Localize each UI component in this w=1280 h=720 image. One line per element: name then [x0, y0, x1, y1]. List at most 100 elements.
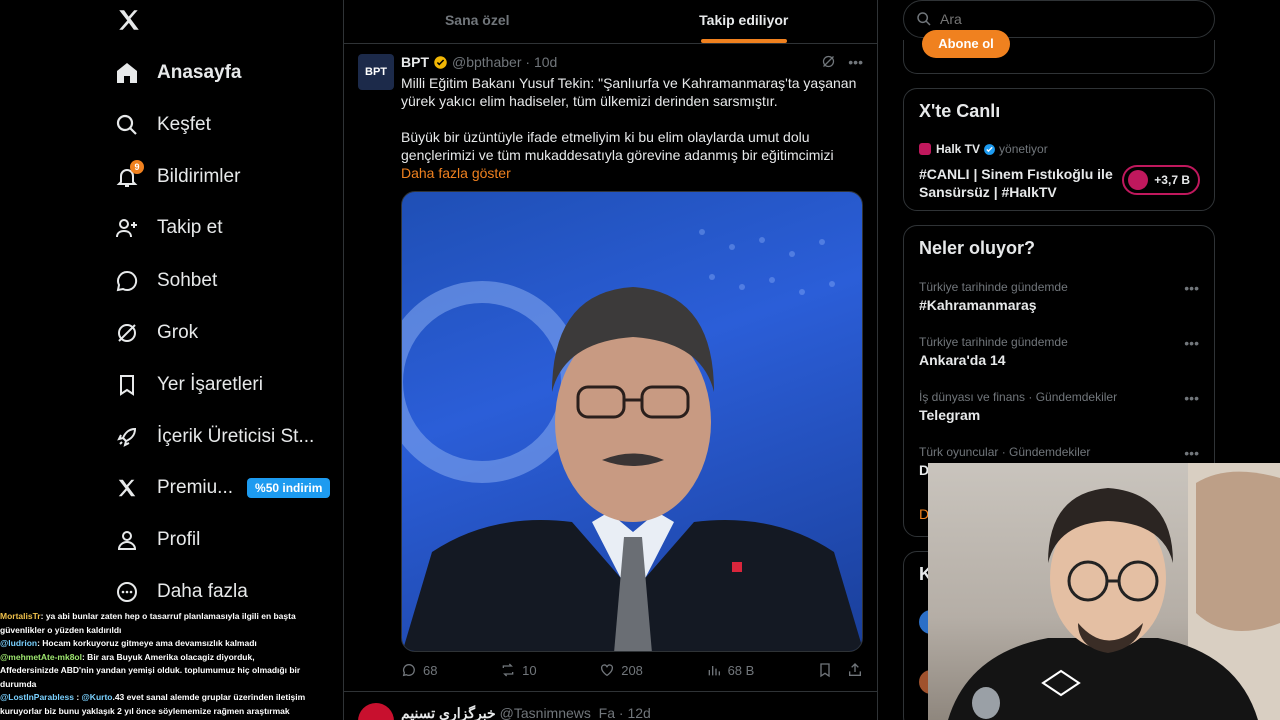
add-user-icon: [114, 215, 140, 241]
nav-more[interactable]: Daha fazla: [114, 572, 248, 612]
trend-title: Telegram: [919, 407, 981, 423]
trend-meta: Türk oyuncular · Gündemdekiler: [919, 445, 1091, 459]
live-listeners-pill[interactable]: +3,7 B: [1122, 165, 1200, 195]
author-handle[interactable]: @Tasnimnews_Fa: [500, 705, 615, 720]
listener-count: +3,7 B: [1154, 173, 1190, 187]
chat-user: MortalisTr: [0, 611, 41, 621]
more-options-icon[interactable]: •••: [1184, 280, 1199, 296]
chat-message: MortalisTr: ya abi bunlar zaten hep o ta…: [0, 610, 310, 637]
reply-count: 68: [423, 662, 438, 678]
tab-label: Takip ediliyor: [699, 12, 789, 28]
nav-grok[interactable]: Grok: [114, 313, 198, 353]
repost-button[interactable]: 10: [500, 662, 537, 678]
chat-user: @ludrion: [0, 638, 38, 648]
share-icon[interactable]: [847, 662, 863, 678]
nav-home[interactable]: Anasayfa: [114, 53, 242, 93]
tweet-top-actions: •••: [821, 54, 863, 72]
more-options-icon[interactable]: •••: [1184, 335, 1199, 351]
verified-badge-icon: [434, 55, 447, 69]
author-handle[interactable]: @bpthaber: [452, 54, 521, 70]
discount-badge: %50 indirim: [247, 478, 331, 498]
nav-follow[interactable]: Takip et: [114, 208, 222, 248]
tab-following[interactable]: Takip ediliyor: [611, 0, 878, 43]
tweet-image[interactable]: [401, 191, 863, 652]
x-logo-icon[interactable]: [116, 6, 142, 34]
nav-bookmarks[interactable]: Yer İşaretleri: [114, 365, 263, 405]
user-icon: [114, 527, 140, 553]
tab-label: Sana özel: [444, 12, 510, 28]
bell-icon: 9: [114, 160, 144, 190]
timeline-tabs: Sana özel Takip ediliyor: [344, 0, 877, 44]
verified-badge-icon: [984, 143, 995, 155]
nav-notifications[interactable]: 9 Bildirimler: [114, 157, 240, 197]
tweet-header: خبرگزاری تسنیم @Tasnimnews_Fa · 12d: [401, 705, 651, 720]
active-tab-indicator: [700, 39, 787, 43]
search-icon: [917, 12, 931, 26]
author-name[interactable]: خبرگزاری تسنیم: [401, 705, 496, 720]
chat-user: @mehmetAte-mk8ol: [0, 651, 82, 662]
nav-profile[interactable]: Profil: [114, 520, 200, 560]
chat-message: @ludrion: Hocam korkuyoruz gitmeye ama d…: [0, 637, 310, 651]
tweet-actions: 68 10 208 68 B: [401, 662, 863, 678]
bookmark-icon[interactable]: [817, 662, 833, 678]
trend-item[interactable]: Türkiye tarihinde gündemde Ankara'da 14 …: [919, 335, 1199, 368]
reply-button[interactable]: 68: [401, 662, 437, 678]
heart-icon: [601, 664, 614, 677]
more-icon: [114, 579, 140, 605]
trend-title: #Kahramanmaraş: [919, 297, 1037, 313]
trends-title: Neler oluyor?: [919, 238, 1036, 258]
more-options-icon[interactable]: •••: [848, 54, 863, 72]
nav-chat[interactable]: Sohbet: [114, 261, 217, 301]
grok-icon[interactable]: [821, 54, 836, 72]
avatar[interactable]: [358, 703, 394, 720]
x-icon: [114, 475, 140, 501]
views-icon: [708, 666, 720, 676]
avatar[interactable]: BPT: [358, 54, 394, 90]
author-name[interactable]: BPT: [401, 54, 429, 70]
nav-label: Yer İşaretleri: [157, 374, 263, 395]
nav-creator-studio[interactable]: İçerik Üreticisi St...: [114, 417, 314, 457]
trend-title: Ankara'da 14: [919, 352, 1006, 368]
tweet[interactable]: خبرگزاری تسنیم @Tasnimnews_Fa · 12d: [344, 693, 877, 720]
rocket-icon: [114, 424, 140, 450]
nav-label: Premiu...: [157, 477, 234, 498]
halktv-logo-icon: [919, 143, 931, 155]
tweet-paragraph: Milli Eğitim Bakanı Yusuf Tekin: "Şanlıu…: [401, 75, 857, 109]
tab-for-you[interactable]: Sana özel: [344, 0, 611, 43]
trend-item[interactable]: İş dünyası ve finans · Gündemdekiler Tel…: [919, 390, 1199, 423]
streamer-video: [948, 463, 1280, 720]
nav-premium[interactable]: Premiu... %50 indirim: [114, 468, 331, 508]
repost-count: 10: [522, 662, 537, 678]
live-host[interactable]: Halk TV yönetiyor: [919, 142, 1048, 156]
trend-meta: Türkiye tarihinde gündemde: [919, 280, 1068, 294]
x-app: Anasayfa Keşfet 9 Bildirimler Takip et S…: [0, 0, 1280, 720]
nav-label: Sohbet: [157, 270, 218, 291]
more-options-icon[interactable]: •••: [1184, 390, 1199, 406]
webcam-overlay: [928, 463, 1280, 720]
more-options-icon[interactable]: •••: [1184, 445, 1199, 461]
search-input[interactable]: [940, 11, 1190, 27]
subscribe-button[interactable]: Abone ol: [922, 30, 1010, 58]
separator: ·: [521, 54, 534, 70]
tweet-time[interactable]: 12d: [627, 705, 650, 720]
tweet-time[interactable]: 10d: [534, 54, 557, 70]
stream-chat: MortalisTr: ya abi bunlar zaten hep o ta…: [0, 610, 310, 720]
like-button[interactable]: 208: [599, 662, 643, 678]
show-more-link[interactable]: Daha fazla göster: [401, 164, 863, 182]
host-role: yönetiyor: [999, 142, 1048, 156]
tweet-text: Milli Eğitim Bakanı Yusuf Tekin: "Şanlıu…: [401, 74, 863, 182]
tweet[interactable]: BPT BPT @bpthaber · 10d ••• Milli Eğitim…: [344, 44, 877, 692]
nav-explore[interactable]: Keşfet: [114, 105, 211, 145]
timeline: Sana özel Takip ediliyor BPT BPT @bpthab…: [343, 0, 878, 720]
like-count: 208: [621, 662, 643, 678]
grok-icon: [114, 320, 140, 346]
nav-label: Takip et: [157, 217, 223, 238]
views-button[interactable]: 68 B: [706, 662, 754, 678]
live-stream-title[interactable]: #CANLI | Sinem Fıstıkoğlu ile Sansürsüz …: [919, 165, 1119, 201]
home-icon: [114, 60, 140, 86]
trend-item[interactable]: Türkiye tarihinde gündemde #Kahramanmara…: [919, 280, 1199, 313]
host-avatar: [1128, 170, 1149, 190]
nav-label: Keşfet: [157, 114, 211, 135]
nav-label: İçerik Üreticisi St...: [157, 426, 315, 447]
tweet-paragraph: Büyük bir üzüntüyle ifade etmeliyim ki b…: [401, 129, 834, 163]
